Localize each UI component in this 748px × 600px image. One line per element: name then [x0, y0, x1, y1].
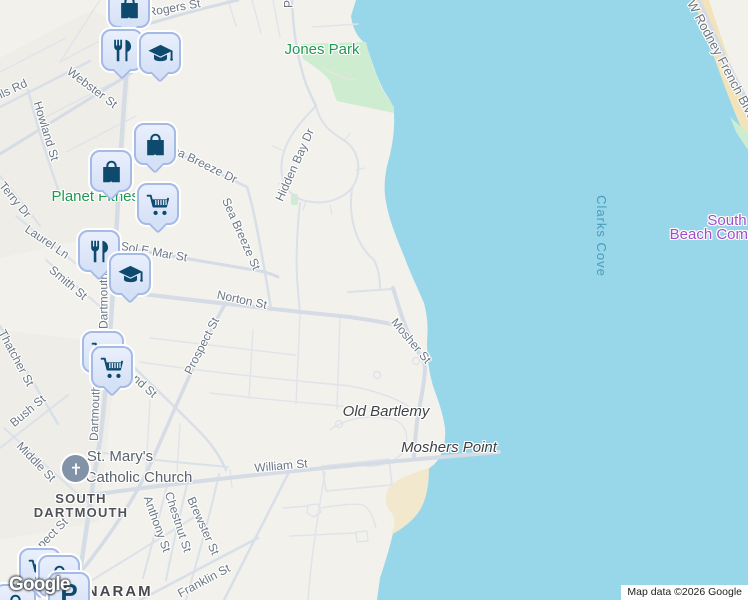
place-label-dartmouth: DARTMOUTH: [33, 505, 129, 521]
church-icon[interactable]: [62, 455, 89, 482]
place-label-south: SOUTH: [55, 491, 107, 507]
google-logo[interactable]: Google: [9, 574, 70, 596]
street-label-p: P: [281, 0, 296, 9]
place-label-jones-park: Jones Park: [284, 41, 360, 59]
shopping-bag-marker[interactable]: [90, 150, 132, 192]
street-label-dartmouth: Dartmouth: [86, 384, 103, 442]
shopping-cart-marker[interactable]: [137, 183, 179, 225]
cross-icon: [71, 462, 80, 475]
shopping-bag-marker[interactable]: [108, 0, 150, 28]
place-label-beach-comp: Beach Comp: [669, 226, 748, 244]
shopping-cart-icon: [146, 194, 169, 215]
place-label-st-mary-s: St. Mary's: [86, 448, 154, 466]
shopping-bag-marker[interactable]: [134, 123, 176, 165]
graduation-cap-icon: [147, 44, 173, 61]
map-attribution: Map data ©2026 Google: [621, 585, 748, 600]
graduation-cap-marker[interactable]: [109, 253, 151, 295]
graduation-cap-marker[interactable]: [139, 32, 181, 74]
restaurant-marker[interactable]: [101, 29, 143, 71]
map-canvas[interactable]: Rogers St Webster St lls Rd Howland St Terry…: [0, 0, 748, 600]
place-label-catholic-church: Catholic Church: [85, 469, 193, 487]
graduation-cap-icon: [117, 265, 143, 282]
place-label-moshers-point: Moshers Point: [401, 439, 497, 457]
shopping-bag-icon: [120, 0, 138, 18]
place-label-old-bartlemy: Old Bartlemy: [342, 403, 430, 421]
shopping-cart-icon: [100, 357, 123, 378]
shopping-bag-icon: [102, 160, 120, 182]
restaurant-icon: [113, 39, 131, 61]
shopping-bag-icon: [146, 133, 164, 155]
place-label-clarks-cove: Clarks Cove: [593, 195, 609, 277]
shopping-cart-marker[interactable]: [91, 346, 133, 388]
